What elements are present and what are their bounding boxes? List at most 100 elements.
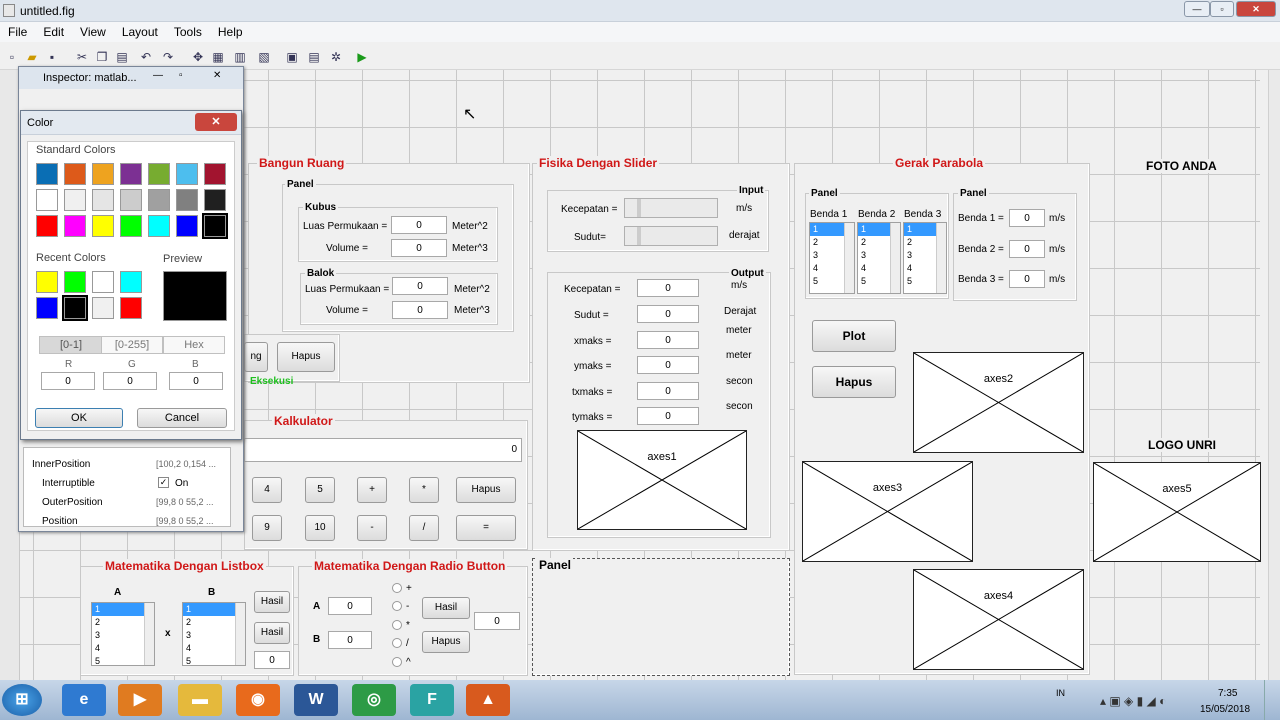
matlab-icon[interactable]: ▲: [466, 684, 510, 716]
foxit-icon[interactable]: F: [410, 684, 454, 716]
radio-hapus-button[interactable]: Hapus: [422, 631, 470, 653]
menu-tools[interactable]: Tools: [166, 22, 210, 39]
cut-icon[interactable]: ✂: [74, 49, 90, 65]
standard-color-swatch[interactable]: [36, 189, 58, 211]
kalkulator-display[interactable]: 0: [244, 438, 522, 462]
menu-edit[interactable]: Edit: [35, 22, 72, 39]
radio-result-field[interactable]: 0: [474, 612, 520, 630]
radio-b-field[interactable]: 0: [328, 631, 372, 649]
benda3-field[interactable]: 0: [1009, 270, 1045, 288]
prop-value[interactable]: [99,8 0 55,2 ...: [156, 516, 214, 526]
menu-help[interactable]: Help: [210, 22, 251, 39]
standard-color-swatch[interactable]: [120, 189, 142, 211]
list-scrollbar[interactable]: [235, 603, 245, 665]
radio-a-field[interactable]: 0: [328, 597, 372, 615]
gerak-hapus-button[interactable]: Hapus: [812, 366, 896, 398]
benda2-listbox[interactable]: 12345: [857, 222, 901, 294]
listbox-hasil-button-1[interactable]: Hasil: [254, 591, 290, 613]
recent-color-swatch[interactable]: [64, 271, 86, 293]
copy-icon[interactable]: ❐: [94, 49, 110, 65]
new-icon[interactable]: ▫: [4, 49, 20, 65]
tab-order-icon[interactable]: ▥: [232, 49, 248, 65]
standard-color-swatch[interactable]: [202, 213, 228, 239]
explorer-icon[interactable]: ▬: [178, 684, 222, 716]
output-field-5[interactable]: 0: [637, 407, 699, 425]
output-field-0[interactable]: 0: [637, 279, 699, 297]
inspector-close-icon[interactable]: ✕: [213, 70, 221, 81]
show-desktop-button[interactable]: [1264, 680, 1280, 720]
standard-color-swatch[interactable]: [64, 215, 86, 237]
b-field[interactable]: 0: [169, 372, 223, 390]
list-scrollbar[interactable]: [936, 223, 946, 293]
maximize-button[interactable]: ▫: [1210, 1, 1234, 17]
undo-icon[interactable]: ↶: [138, 49, 154, 65]
key-divide[interactable]: /: [409, 515, 439, 541]
standard-color-swatch[interactable]: [36, 163, 58, 185]
media-player-icon[interactable]: ▶: [118, 684, 162, 716]
radio-minus[interactable]: [392, 601, 402, 611]
listbox-b[interactable]: 12345: [182, 602, 246, 666]
key-9[interactable]: 9: [252, 515, 282, 541]
prop-value[interactable]: On: [175, 478, 188, 489]
bangun-hapus-button[interactable]: Hapus: [277, 342, 335, 372]
standard-color-swatch[interactable]: [64, 189, 86, 211]
standard-color-swatch[interactable]: [148, 189, 170, 211]
inspector-min-icon[interactable]: —: [153, 70, 163, 81]
vertical-scrollbar[interactable]: [1268, 70, 1280, 680]
key-10[interactable]: 10: [305, 515, 335, 541]
standard-color-swatch[interactable]: [176, 163, 198, 185]
empty-panel[interactable]: [532, 558, 790, 676]
sudut-slider[interactable]: [624, 226, 718, 246]
standard-color-swatch[interactable]: [120, 163, 142, 185]
minimize-button[interactable]: —: [1184, 1, 1210, 17]
ok-button[interactable]: OK: [35, 408, 123, 428]
radio-power[interactable]: [392, 657, 402, 667]
key-plus[interactable]: +: [357, 477, 387, 503]
radio-hasil-button[interactable]: Hasil: [422, 597, 470, 619]
key-equals[interactable]: =: [456, 515, 516, 541]
standard-color-swatch[interactable]: [176, 215, 198, 237]
tab-0-1[interactable]: [0-1]: [39, 336, 103, 354]
clock-time[interactable]: 7:35: [1218, 688, 1237, 699]
standard-color-swatch[interactable]: [36, 215, 58, 237]
listbox-hasil-button-2[interactable]: Hasil: [254, 622, 290, 644]
open-icon[interactable]: ▰: [24, 49, 40, 65]
inspector-titlebar[interactable]: Inspector: matlab... — ▫ ✕: [19, 67, 243, 89]
property-inspector-icon[interactable]: ▤: [306, 49, 322, 65]
tab-hex[interactable]: Hex: [163, 336, 225, 354]
output-field-1[interactable]: 0: [637, 305, 699, 323]
output-field-2[interactable]: 0: [637, 331, 699, 349]
menu-layout[interactable]: Layout: [114, 22, 166, 39]
word-icon[interactable]: W: [294, 684, 338, 716]
chrome-icon[interactable]: ◎: [352, 684, 396, 716]
menu-file[interactable]: File: [0, 22, 35, 39]
listbox-result-field[interactable]: 0: [254, 651, 290, 669]
language-indicator[interactable]: IN: [1056, 688, 1065, 698]
prop-value[interactable]: [100,2 0,154 ...: [156, 459, 216, 469]
start-button[interactable]: ⊞: [2, 684, 42, 716]
g-field[interactable]: 0: [103, 372, 157, 390]
axes3[interactable]: axes3: [802, 461, 973, 562]
tab-0-255[interactable]: [0-255]: [101, 336, 163, 354]
color-dialog[interactable]: Color ✕ Standard Colors Recent Colors Pr…: [20, 110, 242, 440]
radio-divide[interactable]: [392, 638, 402, 648]
key-4[interactable]: 4: [252, 477, 282, 503]
interruptible-checkbox[interactable]: ✓: [158, 477, 169, 488]
plot-button[interactable]: Plot: [812, 320, 896, 352]
inspector-max-icon[interactable]: ▫: [179, 70, 183, 81]
firefox-icon[interactable]: ◉: [236, 684, 280, 716]
align-icon[interactable]: ✥: [190, 49, 206, 65]
axes2[interactable]: axes2: [913, 352, 1084, 453]
tray-icons[interactable]: ▴ ▣ ◈ ▮ ◢ ◐: [1100, 694, 1166, 708]
recent-color-swatch[interactable]: [62, 295, 88, 321]
kecepatan-slider[interactable]: [624, 198, 718, 218]
standard-color-swatch[interactable]: [92, 163, 114, 185]
property-table[interactable]: InnerPosition [100,2 0,154 ... Interrupti…: [23, 447, 231, 527]
standard-color-swatch[interactable]: [120, 215, 142, 237]
kubus-luas-field[interactable]: 0: [391, 216, 447, 234]
benda1-listbox[interactable]: 12345: [809, 222, 855, 294]
kubus-volume-field[interactable]: 0: [391, 239, 447, 257]
prop-value[interactable]: [99,8 0 55,2 ...: [156, 497, 214, 507]
menu-view[interactable]: View: [72, 22, 114, 39]
editor-icon[interactable]: ▣: [284, 49, 300, 65]
